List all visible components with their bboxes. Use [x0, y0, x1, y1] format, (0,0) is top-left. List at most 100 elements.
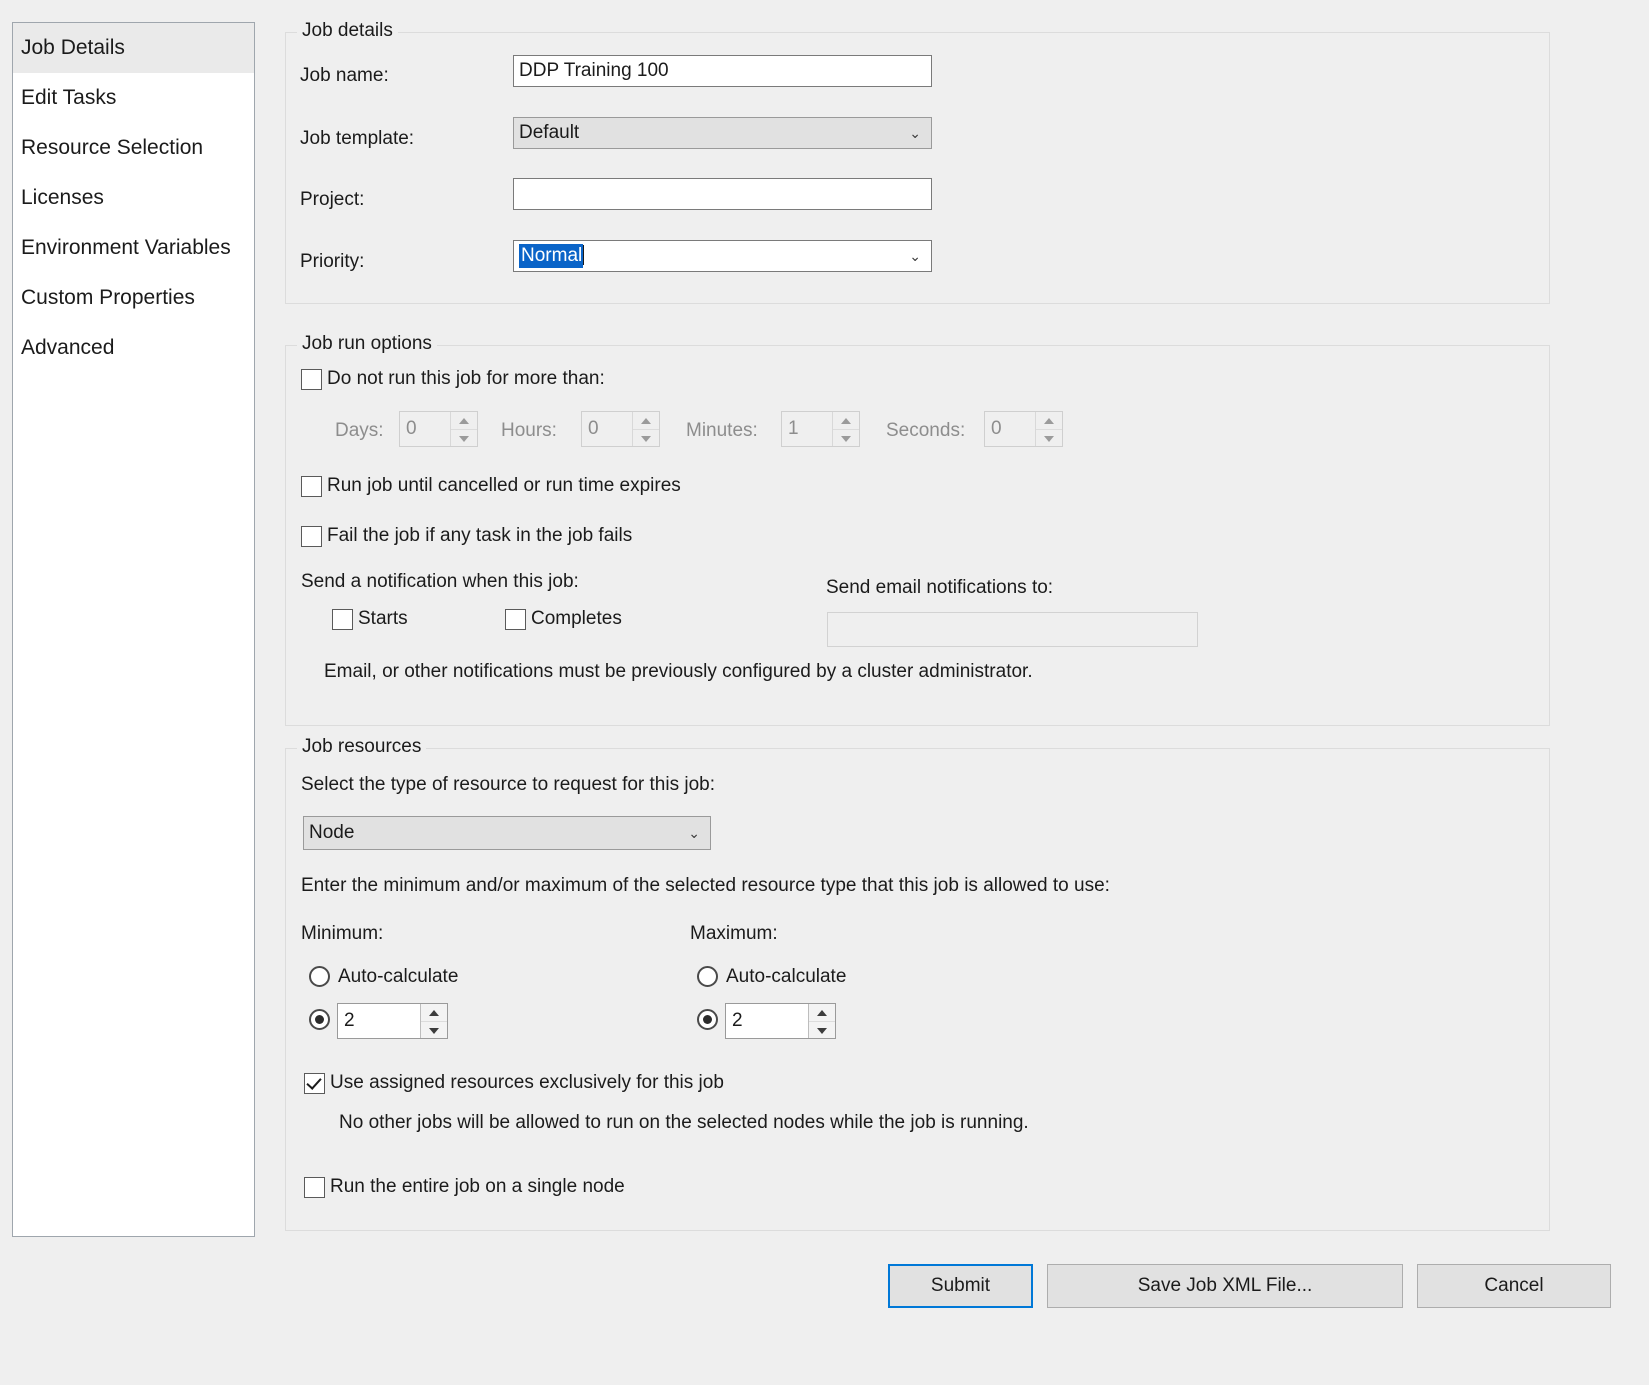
seconds-value: 0	[991, 418, 1002, 439]
priority-label: Priority:	[300, 251, 365, 272]
maximum-stepper[interactable]: 2	[725, 1003, 836, 1039]
save-job-xml-button[interactable]: Save Job XML File...	[1047, 1264, 1403, 1308]
sidebar-item-licenses[interactable]: Licenses	[13, 173, 254, 223]
maximum-value-radio[interactable]	[697, 1009, 718, 1030]
minimum-value: 2	[344, 1010, 355, 1031]
minimum-stepper-down[interactable]	[421, 1022, 447, 1039]
cancel-button-label: Cancel	[1484, 1275, 1544, 1296]
minimum-auto-label: Auto-calculate	[338, 966, 459, 987]
sidebar-item-job-details[interactable]: Job Details	[13, 23, 254, 73]
caret-down-icon	[841, 435, 851, 442]
hours-stepper-buttons[interactable]	[632, 412, 659, 446]
seconds-stepper-buttons[interactable]	[1035, 412, 1062, 446]
fail-job-label: Fail the job if any task in the job fail…	[327, 525, 633, 546]
project-label: Project:	[300, 189, 365, 210]
minutes-stepper-down[interactable]	[833, 430, 859, 447]
hours-value: 0	[588, 418, 599, 439]
minimum-value-radio[interactable]	[309, 1009, 330, 1030]
maximum-stepper-down[interactable]	[809, 1022, 835, 1039]
minimum-auto-radio[interactable]	[309, 966, 330, 987]
job-name-input[interactable]: DDP Training 100	[513, 55, 932, 87]
maximum-stepper-buttons[interactable]	[808, 1004, 835, 1038]
single-node-checkbox[interactable]	[304, 1177, 325, 1198]
caret-down-icon	[459, 435, 469, 442]
days-stepper-down[interactable]	[451, 430, 477, 447]
caret-up-icon	[841, 417, 851, 424]
sidebar-item-label: Licenses	[21, 186, 104, 209]
sidebar-item-label: Environment Variables	[21, 236, 231, 259]
job-name-value: DDP Training 100	[519, 60, 669, 81]
do-not-run-longer-checkbox[interactable]	[301, 369, 322, 390]
caret-down-icon	[817, 1027, 827, 1034]
navigation-sidebar[interactable]: Job Details Edit Tasks Resource Selectio…	[12, 22, 255, 1237]
submit-button-label: Submit	[930, 1275, 991, 1296]
fail-job-checkbox[interactable]	[301, 526, 322, 547]
cancel-button[interactable]: Cancel	[1417, 1264, 1611, 1308]
single-node-label: Run the entire job on a single node	[330, 1176, 625, 1197]
exclusive-resources-note: No other jobs will be allowed to run on …	[339, 1112, 1029, 1133]
days-value: 0	[406, 418, 417, 439]
run-until-cancelled-checkbox[interactable]	[301, 476, 322, 497]
email-config-note: Email, or other notifications must be pr…	[324, 661, 1033, 682]
days-stepper-buttons[interactable]	[450, 412, 477, 446]
days-stepper-up[interactable]	[451, 412, 477, 430]
minutes-stepper-up[interactable]	[833, 412, 859, 430]
job-template-value: Default	[519, 122, 580, 143]
sidebar-item-label: Job Details	[21, 36, 125, 59]
maximum-label: Maximum:	[690, 923, 778, 944]
sidebar-item-edit-tasks[interactable]: Edit Tasks	[13, 73, 254, 123]
submit-button[interactable]: Submit	[888, 1264, 1033, 1308]
minimum-label: Minimum:	[301, 923, 384, 944]
job-resources-group-title: Job resources	[297, 736, 427, 758]
caret-down-icon	[1044, 435, 1054, 442]
caret-up-icon	[817, 1009, 827, 1016]
hours-stepper-down[interactable]	[633, 430, 659, 447]
hours-stepper[interactable]: 0	[581, 411, 660, 447]
text-caret	[583, 245, 585, 265]
hours-stepper-up[interactable]	[633, 412, 659, 430]
seconds-stepper[interactable]: 0	[984, 411, 1063, 447]
sidebar-item-resource-selection[interactable]: Resource Selection	[13, 123, 254, 173]
exclusive-resources-checkbox[interactable]	[304, 1073, 325, 1094]
do-not-run-longer-label: Do not run this job for more than:	[327, 368, 605, 389]
minimum-stepper-up[interactable]	[421, 1004, 447, 1022]
sidebar-item-label: Custom Properties	[21, 286, 195, 309]
minutes-label: Minutes:	[686, 420, 758, 441]
job-run-options-group-title: Job run options	[297, 333, 437, 355]
sidebar-item-advanced[interactable]: Advanced	[13, 323, 254, 373]
email-notifications-input[interactable]	[827, 612, 1198, 647]
job-details-group-title: Job details	[297, 20, 398, 42]
minimum-stepper[interactable]: 2	[337, 1003, 448, 1039]
job-template-select[interactable]: Default ⌄	[513, 117, 932, 149]
maximum-stepper-up[interactable]	[809, 1004, 835, 1022]
exclusive-resources-label: Use assigned resources exclusively for t…	[330, 1072, 724, 1093]
priority-value: Normal	[519, 244, 584, 268]
minimum-stepper-buttons[interactable]	[420, 1004, 447, 1038]
maximum-auto-label: Auto-calculate	[726, 966, 847, 987]
minutes-stepper[interactable]: 1	[781, 411, 860, 447]
seconds-stepper-up[interactable]	[1036, 412, 1062, 430]
notify-completes-checkbox[interactable]	[505, 609, 526, 630]
minmax-instruction: Enter the minimum and/or maximum of the …	[301, 875, 1110, 896]
hours-label: Hours:	[501, 420, 557, 441]
caret-down-icon	[641, 435, 651, 442]
caret-up-icon	[429, 1009, 439, 1016]
project-input[interactable]	[513, 178, 932, 210]
sidebar-item-label: Edit Tasks	[21, 86, 117, 109]
seconds-stepper-down[interactable]	[1036, 430, 1062, 447]
priority-select[interactable]: Normal ⌄	[513, 240, 932, 272]
job-name-label: Job name:	[300, 65, 389, 86]
days-label: Days:	[335, 420, 384, 441]
days-stepper[interactable]: 0	[399, 411, 478, 447]
caret-up-icon	[1044, 417, 1054, 424]
notify-starts-label: Starts	[358, 608, 408, 629]
maximum-value: 2	[732, 1010, 743, 1031]
resource-type-select[interactable]: Node ⌄	[303, 816, 711, 850]
minutes-stepper-buttons[interactable]	[832, 412, 859, 446]
notify-starts-checkbox[interactable]	[332, 609, 353, 630]
sidebar-item-custom-properties[interactable]: Custom Properties	[13, 273, 254, 323]
sidebar-item-environment-variables[interactable]: Environment Variables	[13, 223, 254, 273]
seconds-label: Seconds:	[886, 420, 966, 441]
maximum-auto-radio[interactable]	[697, 966, 718, 987]
save-job-xml-button-label: Save Job XML File...	[1137, 1275, 1313, 1296]
